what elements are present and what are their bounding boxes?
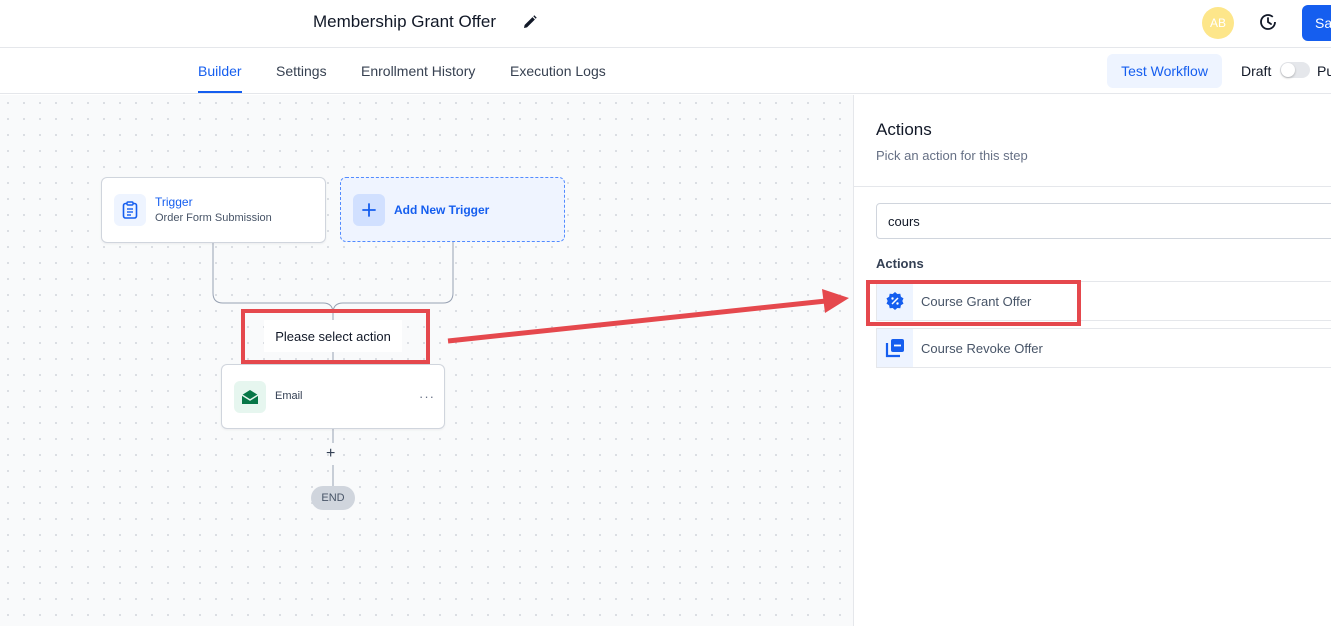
add-new-trigger-button[interactable]: Add New Trigger xyxy=(340,177,565,242)
tab-builder[interactable]: Builder xyxy=(198,63,242,79)
tab-settings[interactable]: Settings xyxy=(276,63,327,79)
save-button[interactable]: Sa xyxy=(1302,5,1331,41)
email-label: Email xyxy=(275,390,303,402)
trigger-title: Trigger xyxy=(155,195,193,209)
test-workflow-button[interactable]: Test Workflow xyxy=(1107,54,1222,88)
add-step-button[interactable]: + xyxy=(326,445,335,463)
action-icon-box xyxy=(877,329,913,367)
avatar-initials: AB xyxy=(1209,16,1226,30)
actions-panel: Actions Pick an action for this step Act… xyxy=(853,95,1331,626)
draft-label: Draft xyxy=(1241,63,1272,79)
workflow-title: Membership Grant Offer xyxy=(313,12,496,31)
add-trigger-label: Add New Trigger xyxy=(394,203,490,217)
add-trigger-icon-box xyxy=(353,194,385,226)
panel-title: Actions xyxy=(876,120,932,139)
action-label: Course Revoke Offer xyxy=(921,341,1043,356)
end-label: END xyxy=(321,492,345,504)
email-icon-box xyxy=(234,381,266,413)
tab-enrollment-history[interactable]: Enrollment History xyxy=(361,63,475,79)
publish-label: Pu xyxy=(1317,63,1331,79)
top-header: Membership Grant Offer AB Sa xyxy=(0,0,1331,48)
trigger-icon-box xyxy=(114,194,146,226)
workflow-canvas[interactable]: Trigger Order Form Submission Add New Tr… xyxy=(0,95,853,626)
panel-subtitle: Pick an action for this step xyxy=(876,148,1028,163)
action-search-input[interactable] xyxy=(876,203,1331,239)
pencil-icon[interactable] xyxy=(522,14,538,30)
action-course-revoke-offer[interactable]: Course Revoke Offer xyxy=(876,328,1331,368)
tab-bar: Builder Settings Enrollment History Exec… xyxy=(0,48,1331,94)
panel-divider xyxy=(854,186,1331,187)
trigger-subtitle: Order Form Submission xyxy=(155,212,272,224)
annotation-highlight-box xyxy=(866,280,1081,326)
annotation-highlight-box xyxy=(241,309,430,364)
publish-toggle[interactable] xyxy=(1280,62,1310,78)
plus-icon xyxy=(362,203,376,217)
avatar[interactable]: AB xyxy=(1202,7,1234,39)
trigger-node[interactable]: Trigger Order Form Submission xyxy=(101,177,326,243)
actions-section-label: Actions xyxy=(876,256,924,271)
history-icon[interactable] xyxy=(1258,12,1278,32)
more-options-icon[interactable]: ··· xyxy=(419,389,435,404)
end-node: END xyxy=(311,486,355,510)
tab-execution-logs[interactable]: Execution Logs xyxy=(510,63,606,79)
clipboard-icon xyxy=(122,201,138,219)
stacked-cards-icon xyxy=(885,339,904,358)
envelope-open-icon xyxy=(241,390,259,404)
test-workflow-label: Test Workflow xyxy=(1121,63,1208,79)
active-tab-indicator xyxy=(198,91,242,93)
toggle-knob xyxy=(1281,63,1295,77)
email-node[interactable]: Email ··· xyxy=(221,364,445,429)
